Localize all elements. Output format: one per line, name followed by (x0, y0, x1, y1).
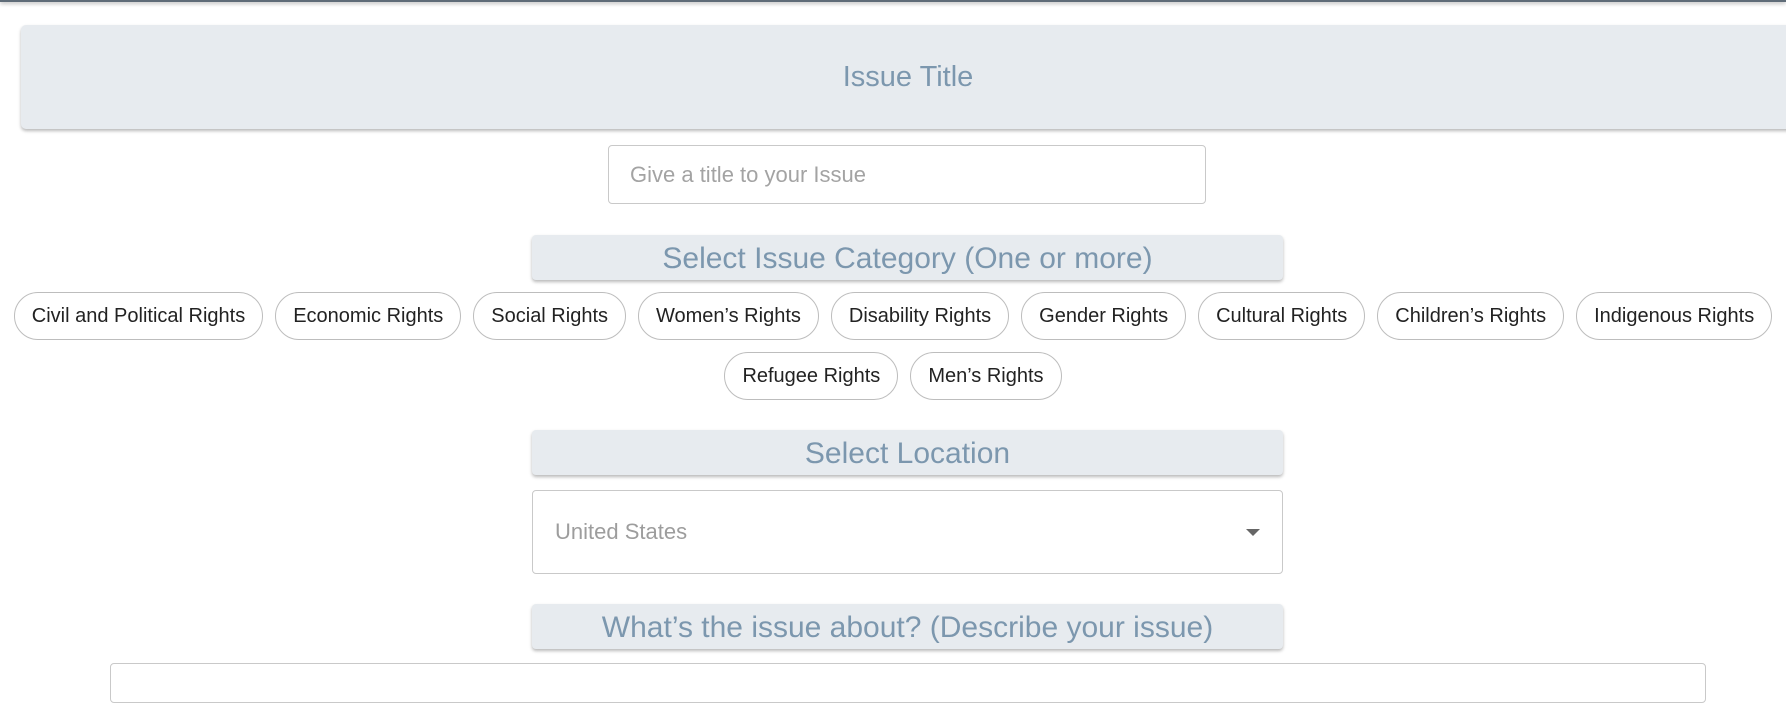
category-chip-row-1: Civil and Political Rights Economic Righ… (0, 292, 1786, 340)
location-section-header: Select Location (532, 430, 1283, 475)
description-section-header: What’s the issue about? (Describe your i… (532, 604, 1283, 649)
chip-indigenous-rights[interactable]: Indigenous Rights (1576, 292, 1773, 340)
issue-title-banner: Issue Title (21, 25, 1786, 129)
location-selected-value: United States (555, 519, 688, 544)
issue-title-heading: Issue Title (842, 60, 974, 93)
top-app-bar-edge (0, 0, 1786, 2)
chevron-down-icon[interactable] (1246, 529, 1260, 536)
location-select[interactable]: United States (532, 490, 1283, 574)
issue-title-input[interactable] (608, 145, 1206, 204)
chip-social-rights[interactable]: Social Rights (473, 292, 626, 340)
chip-economic-rights[interactable]: Economic Rights (275, 292, 462, 340)
category-section-header: Select Issue Category (One or more) (532, 235, 1283, 280)
chip-womens-rights[interactable]: Women’s Rights (638, 292, 819, 340)
chip-gender-rights[interactable]: Gender Rights (1021, 292, 1187, 340)
issue-description-textarea[interactable] (110, 663, 1706, 703)
chip-refugee-rights[interactable]: Refugee Rights (724, 352, 899, 400)
chip-cultural-rights[interactable]: Cultural Rights (1198, 292, 1366, 340)
chip-disability-rights[interactable]: Disability Rights (830, 292, 1010, 340)
category-chip-row-2: Refugee Rights Men’s Rights (0, 352, 1786, 400)
chip-childrens-rights[interactable]: Children’s Rights (1377, 292, 1565, 340)
chip-civil-political-rights[interactable]: Civil and Political Rights (13, 292, 264, 340)
chip-mens-rights[interactable]: Men’s Rights (910, 352, 1062, 400)
